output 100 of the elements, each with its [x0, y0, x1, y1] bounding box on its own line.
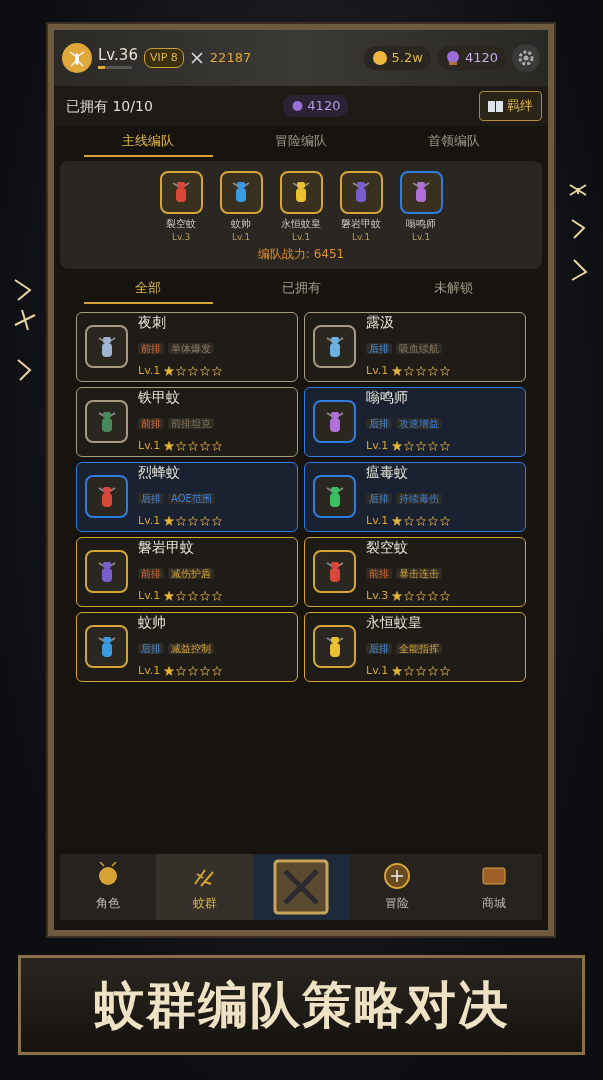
crossed-swords-icon: [273, 859, 329, 915]
empty-star-icon: [188, 440, 199, 451]
unit-card[interactable]: 露汲 后排 吸血续航 Lv.1: [304, 311, 526, 382]
trait-tag: AOE范围: [168, 492, 215, 504]
formation-slot[interactable]: [219, 170, 263, 214]
unit-name: 嗡鸣师: [366, 388, 409, 406]
unit-level: Lv.1: [138, 512, 161, 529]
position-tag: 后排: [366, 417, 392, 429]
crystal-ball-icon: [444, 50, 461, 66]
empty-star-icon: [200, 365, 211, 376]
unit-name: 永恒蚊皇: [366, 613, 423, 631]
unit-name: 露汲: [366, 313, 395, 331]
empty-star-icon: [212, 665, 223, 676]
unit-card[interactable]: 裂空蚊 前排 暴击连击 Lv.3: [304, 536, 526, 607]
unit-card[interactable]: 铁甲蚊 前排 前排坦克 Lv.1: [76, 386, 298, 457]
tab[interactable]: 冒险编队: [236, 126, 366, 157]
position-tag: 后排: [138, 642, 164, 654]
filled-star-icon: [164, 515, 175, 526]
empty-star-icon: [416, 590, 427, 601]
member-name: 磐岩甲蚊: [341, 216, 381, 231]
trait-tag: 全能指挥: [396, 642, 442, 654]
filled-star-icon: [392, 515, 403, 526]
book-icon: [488, 101, 503, 113]
tab[interactable]: 未解锁: [389, 273, 518, 304]
member-level: Lv.1: [411, 230, 431, 244]
unit-card[interactable]: 夜刺 前排 单体爆发 Lv.1: [76, 311, 298, 382]
member-level: Lv.3: [171, 230, 191, 244]
nav-tab[interactable]: 商城: [445, 854, 543, 920]
nav-tab[interactable]: 蚊群: [156, 854, 253, 920]
unit-card[interactable]: 永恒蚊皇 后排 全能指挥 Lv.1: [304, 611, 526, 682]
formation-power: 编队战力: 6451: [257, 246, 345, 263]
empty-star-icon: [440, 440, 451, 451]
bond-button[interactable]: 羁绊: [479, 91, 542, 121]
unit-level: Lv.1: [138, 587, 161, 604]
trait-tag: 减益控制: [168, 642, 214, 654]
filled-star-icon: [164, 440, 175, 451]
unit-level: Lv.1: [138, 437, 161, 454]
empty-star-icon: [428, 590, 439, 601]
member-name: 裂空蚊: [166, 216, 196, 231]
position-tag: 后排: [366, 342, 392, 354]
player-avatar[interactable]: [62, 43, 92, 73]
empty-star-icon: [212, 365, 223, 376]
unit-name: 裂空蚊: [366, 538, 409, 556]
filled-star-icon: [392, 590, 403, 601]
unit-name: 烈蜂蚊: [138, 463, 181, 481]
coin-amount: 5.2w: [391, 49, 423, 68]
trait-tag: 吸血续航: [396, 342, 442, 354]
trait-tag: 攻速增益: [396, 417, 442, 429]
nav-tab[interactable]: 冒险: [349, 854, 446, 920]
tab[interactable]: 首领编队: [389, 126, 518, 157]
empty-star-icon: [188, 590, 199, 601]
empty-star-icon: [440, 665, 451, 676]
unit-level: Lv.1: [366, 662, 389, 679]
tab[interactable]: 全部: [84, 273, 213, 304]
formation-slot[interactable]: [399, 170, 443, 214]
empty-star-icon: [188, 515, 199, 526]
crystal-ball-icon: [291, 99, 305, 113]
formation-slot[interactable]: [279, 170, 323, 214]
member-name: 嗡鸣师: [406, 216, 436, 231]
banner-title: 蚊群编队策略对决: [93, 974, 510, 1036]
position-tag: 前排: [138, 417, 164, 429]
empty-star-icon: [416, 440, 427, 451]
settings-button[interactable]: [512, 44, 540, 72]
gem-amount: 4120: [464, 49, 498, 68]
position-tag: 前排: [138, 342, 164, 354]
position-tag: 前排: [138, 567, 164, 579]
unit-card[interactable]: 磐岩甲蚊 前排 减伤护盾 Lv.1: [76, 536, 298, 607]
empty-star-icon: [188, 365, 199, 376]
gem-amount: 4120: [307, 97, 341, 116]
empty-star-icon: [428, 515, 439, 526]
formation-slot[interactable]: [339, 170, 383, 214]
unit-level: Lv.1: [366, 362, 389, 379]
unit-card[interactable]: 瘟毒蚊 后排 持续毒伤 Lv.1: [304, 461, 526, 532]
filled-star-icon: [392, 440, 403, 451]
nav-tab[interactable]: [252, 854, 350, 920]
empty-star-icon: [212, 515, 223, 526]
member-name: 永恒蚊皇: [281, 216, 321, 231]
unit-name: 瘟毒蚊: [366, 463, 409, 481]
unit-card[interactable]: 烈蜂蚊 后排 AOE范围 Lv.1: [76, 461, 298, 532]
filled-star-icon: [164, 665, 175, 676]
empty-star-icon: [428, 440, 439, 451]
unit-name: 铁甲蚊: [138, 388, 181, 406]
trait-tag: 减伤护盾: [168, 567, 214, 579]
member-level: Lv.1: [291, 230, 311, 244]
position-tag: 后排: [138, 492, 164, 504]
position-tag: 前排: [366, 567, 392, 579]
vip-badge: VIP 8: [143, 47, 184, 69]
filled-star-icon: [164, 365, 175, 376]
unit-card[interactable]: 蚊帅 后排 减益控制 Lv.1: [76, 611, 298, 682]
empty-star-icon: [212, 440, 223, 451]
position-tag: 后排: [366, 642, 392, 654]
tab[interactable]: 主线编队: [84, 126, 213, 157]
power-value: 22187: [209, 49, 252, 68]
empty-star-icon: [440, 590, 451, 601]
unit-card[interactable]: 嗡鸣师 后排 攻速增益 Lv.1: [304, 386, 526, 457]
tab[interactable]: 已拥有: [236, 273, 366, 304]
formation-slot[interactable]: [159, 170, 203, 214]
nav-tab[interactable]: 角色: [60, 854, 157, 920]
empty-star-icon: [212, 590, 223, 601]
empty-star-icon: [416, 365, 427, 376]
